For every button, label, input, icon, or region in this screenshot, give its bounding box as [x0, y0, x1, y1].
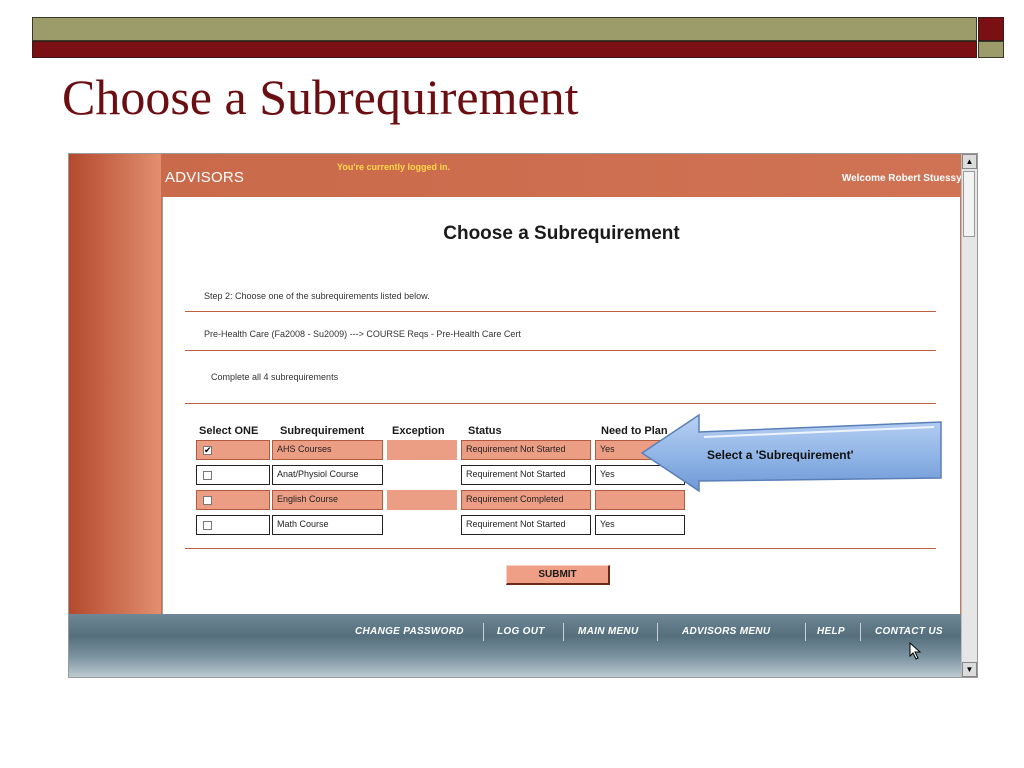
slide-accent-bar: [32, 41, 977, 58]
select-checkbox[interactable]: [203, 496, 212, 505]
status-cell: Requirement Not Started: [461, 440, 591, 460]
table-row-select-cell: [196, 515, 270, 535]
nav-separator: [563, 623, 564, 641]
column-header-exception: Exception: [392, 425, 445, 437]
scroll-down-icon[interactable]: ▼: [962, 662, 977, 677]
need-to-plan-cell: Yes: [595, 515, 685, 535]
complete-instruction: Complete all 4 subrequirements: [211, 372, 339, 382]
exception-cell: [387, 515, 457, 535]
content-panel: Choose a Subrequirement Step 2: Choose o…: [162, 197, 960, 614]
column-header-subrequirement: Subrequirement: [280, 425, 365, 437]
need-to-plan-cell: [595, 490, 685, 510]
exception-cell: [387, 490, 457, 510]
app-brand: ADVISORS: [165, 169, 245, 186]
step-instruction: Step 2: Choose one of the subrequirement…: [204, 291, 430, 301]
subrequirement-name: AHS Courses: [272, 440, 383, 460]
nav-main-menu[interactable]: MAIN MENU: [578, 626, 638, 637]
slide-corner-square-maroon: [978, 17, 1004, 41]
submit-button[interactable]: SUBMIT: [506, 565, 610, 585]
divider: [185, 311, 936, 312]
nav-separator: [805, 623, 806, 641]
status-cell: Requirement Not Started: [461, 515, 591, 535]
welcome-message: Welcome Robert Stuessy!: [841, 173, 965, 184]
vertical-scrollbar[interactable]: ▲ ▼: [961, 154, 977, 677]
exception-cell: [387, 440, 457, 460]
table-row-select-cell: [196, 490, 270, 510]
column-header-select: Select ONE: [199, 425, 259, 437]
page-title: Choose a Subrequirement: [443, 223, 680, 244]
app-screenshot: ADVISORS You're currently logged in. Wel…: [68, 153, 978, 678]
divider: [185, 403, 936, 404]
select-checkbox[interactable]: [203, 521, 212, 530]
subrequirement-name: Anat/Physiol Course: [272, 465, 383, 485]
divider: [185, 350, 936, 351]
scroll-up-icon[interactable]: ▲: [962, 154, 977, 169]
nav-separator: [657, 623, 658, 641]
table-row-select-cell: [196, 465, 270, 485]
subrequirement-name: English Course: [272, 490, 383, 510]
select-checkbox[interactable]: ✔: [203, 446, 212, 455]
exception-cell: [387, 465, 457, 485]
nav-separator: [483, 623, 484, 641]
mouse-pointer-icon: [909, 642, 922, 660]
slide-title: Choose a Subrequirement: [62, 69, 579, 125]
nav-contact-us[interactable]: CONTACT US: [875, 626, 943, 637]
footer-nav-bar: CHANGE PASSWORD LOG OUT MAIN MENU ADVISO…: [69, 614, 961, 677]
table-row-select-cell: ✔: [196, 440, 270, 460]
nav-change-password[interactable]: CHANGE PASSWORD: [355, 626, 464, 637]
divider: [185, 548, 936, 549]
subrequirement-name: Math Course: [272, 515, 383, 535]
slide-corner-square-olive: [978, 41, 1004, 58]
nav-log-out[interactable]: LOG OUT: [497, 626, 545, 637]
scroll-thumb[interactable]: [963, 171, 975, 237]
slide-top-bar: [32, 17, 977, 41]
select-checkbox[interactable]: [203, 471, 212, 480]
status-cell: Requirement Completed: [461, 490, 591, 510]
login-status: You're currently logged in.: [337, 162, 450, 172]
program-path: Pre-Health Care (Fa2008 - Su2009) ---> C…: [204, 329, 521, 339]
nav-advisors-menu[interactable]: ADVISORS MENU: [682, 626, 770, 637]
callout-text: Select a 'Subrequirement': [707, 448, 854, 462]
app-left-strip: [69, 154, 161, 614]
nav-help[interactable]: HELP: [817, 626, 845, 637]
nav-separator: [860, 623, 861, 641]
column-header-status: Status: [468, 425, 502, 437]
status-cell: Requirement Not Started: [461, 465, 591, 485]
